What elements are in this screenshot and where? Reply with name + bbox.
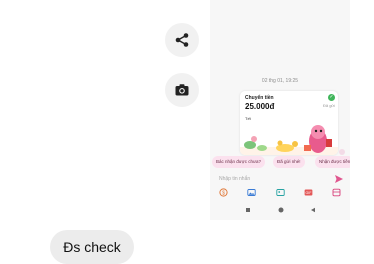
- check-icon: ✓: [328, 94, 335, 101]
- nav-circle-icon[interactable]: [278, 207, 284, 213]
- gif-icon[interactable]: GIF: [304, 188, 313, 197]
- svg-text:$: $: [222, 190, 225, 196]
- quick-reply-chip[interactable]: Đã gửi nhé!: [273, 156, 305, 168]
- money-icon[interactable]: $: [219, 188, 228, 197]
- reaction-icon[interactable]: [339, 149, 345, 155]
- sticker-icon[interactable]: [332, 188, 341, 197]
- quick-reply-chip[interactable]: Bác nhận được chưa?: [212, 156, 266, 168]
- chat-timestamp: 02 thg 01, 19:25: [261, 78, 299, 84]
- quick-replies: Bác nhận được chưa? Đã gửi nhé! Nhận đượ…: [210, 156, 350, 170]
- gallery-icon[interactable]: [276, 188, 285, 197]
- send-icon[interactable]: [334, 174, 344, 184]
- message-input[interactable]: Nhập tin nhắn: [219, 176, 250, 182]
- chat-toolbar: $ GIF: [210, 187, 350, 199]
- share-icon: [175, 33, 189, 47]
- camera-icon: [175, 84, 189, 96]
- transfer-title: Chuyển tiền: [245, 95, 274, 101]
- camera-button[interactable]: [165, 73, 199, 107]
- user-message-bubble: Đs check: [50, 230, 134, 264]
- image-icon[interactable]: [247, 188, 256, 197]
- new-year-illustration: [240, 125, 338, 155]
- quick-reply-chip[interactable]: Nhận được tiền: [315, 156, 350, 168]
- share-button[interactable]: [165, 23, 199, 57]
- transfer-status: Đã gửi: [322, 103, 335, 108]
- nav-square-icon[interactable]: [245, 207, 251, 213]
- message-input-row[interactable]: Nhập tin nhắn: [210, 172, 350, 186]
- message-text: Đs check: [63, 239, 121, 255]
- system-navbar: [210, 205, 350, 215]
- nav-back-icon[interactable]: [310, 207, 316, 213]
- transfer-amount: 25.000đ: [245, 102, 275, 111]
- svg-text:GIF: GIF: [306, 191, 313, 195]
- transfer-card[interactable]: Chuyển tiền ✓ Đã gửi 25.000đ Tết: [240, 91, 338, 155]
- chat-screenshot: 02 thg 01, 19:25 Chuyển tiền ✓ Đã gửi 25…: [210, 0, 350, 220]
